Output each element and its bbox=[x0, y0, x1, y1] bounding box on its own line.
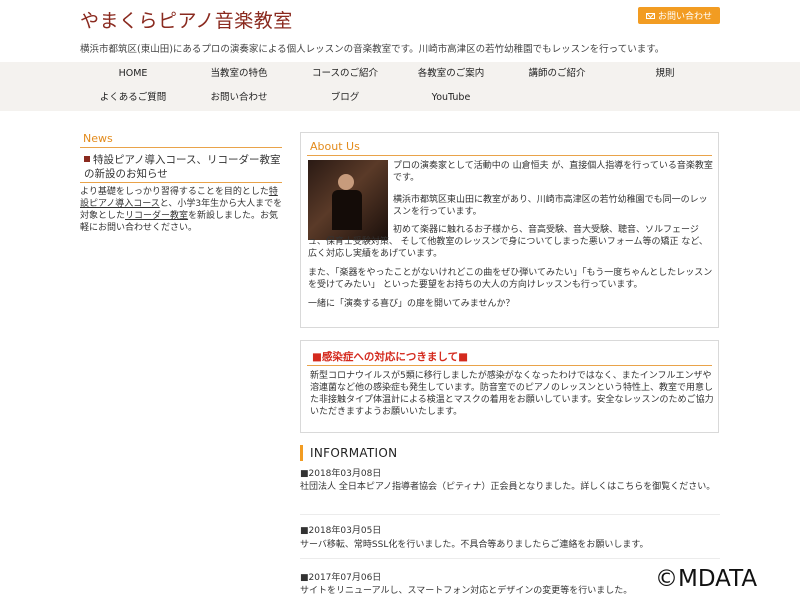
covid-divider bbox=[307, 365, 712, 366]
nav-teachers[interactable]: 講師のご紹介 bbox=[504, 62, 610, 86]
main-nav: HOME 当教室の特色 コースのご紹介 各教室のご案内 講師のご紹介 規則 よく… bbox=[0, 62, 800, 111]
info-item-date: ■2018年03月08日 bbox=[300, 469, 382, 479]
nav-faq[interactable]: よくあるご質問 bbox=[80, 86, 186, 110]
info-accent-bar bbox=[300, 445, 303, 461]
link-recorder-class[interactable]: リコーダー教室 bbox=[125, 211, 188, 221]
info-title: INFORMATION bbox=[310, 446, 398, 460]
nav-contact[interactable]: お問い合わせ bbox=[186, 86, 292, 110]
about-paragraph-4: また、「楽器をやったことがないけれどこの曲をぜひ弾いてみたい」「もう一度ちゃんと… bbox=[308, 268, 713, 290]
covid-notice-text: 新型コロナウイルスが5類に移行しましたが感染がなくなったわけではなく、またインフ… bbox=[310, 371, 714, 417]
news-title: News bbox=[83, 132, 113, 145]
copyright-watermark: ©MDATA bbox=[655, 566, 758, 592]
news-body: より基礎をしっかり習得することを目的とした特設ピアノ導入コースと、小学3年生から… bbox=[80, 186, 284, 234]
about-paragraph-5: 一緒に「演奏する喜び」の扉を開いてみませんか？ bbox=[308, 299, 515, 309]
news-body-text-1: より基礎をしっかり習得することを目的とした bbox=[80, 187, 269, 197]
info-item-date: ■2018年03月05日 bbox=[300, 526, 382, 536]
about-title: About Us bbox=[310, 140, 360, 153]
news-headline: 特設ピアノ導入コース、リコーダー教室の新設のお知らせ bbox=[84, 153, 282, 181]
nav-youtube[interactable]: YouTube bbox=[398, 86, 504, 110]
news-divider bbox=[80, 147, 282, 148]
mail-icon bbox=[645, 12, 655, 19]
nav-home[interactable]: HOME bbox=[80, 62, 186, 86]
site-tagline: 横浜市都筑区(東山田)にあるプロの演奏家による個人レッスンの音楽教室です。川崎市… bbox=[80, 44, 665, 55]
nav-blog[interactable]: ブログ bbox=[292, 86, 398, 110]
covid-notice-title: ■感染症への対応につきまして■ bbox=[312, 351, 469, 363]
contact-button[interactable]: お問い合わせ bbox=[638, 7, 720, 24]
news-divider-2 bbox=[80, 182, 282, 183]
info-item-text[interactable]: 社団法人 全日本ピアノ指導者協会（ピティナ）正会員となりました。詳しくはこちらを… bbox=[300, 481, 720, 493]
about-paragraph-2: 横浜市都筑区東山田に教室があり、川崎市高津区の若竹幼稚園でも同一のレッスンを行っ… bbox=[393, 195, 708, 217]
site-title[interactable]: やまくらピアノ音楽教室 bbox=[80, 6, 293, 33]
news-headline-text: 特設ピアノ導入コース、リコーダー教室の新設のお知らせ bbox=[84, 154, 281, 180]
nav-courses[interactable]: コースのご紹介 bbox=[292, 62, 398, 86]
info-item-text: サイトをリニューアルし、スマートフォン対応とデザインの変更等を行いました。 bbox=[300, 586, 633, 596]
contact-button-label: お問い合わせ bbox=[657, 12, 712, 22]
about-paragraph-3: 初めて楽器に触れるお子様から、音高受験、音大受験、聴音、ソルフェージュ、保育士受… bbox=[308, 225, 708, 259]
info-item-text: サーバ移転、常時SSL化を行いました。不具合等ありましたらご連絡をお願いします。 bbox=[300, 540, 649, 550]
about-paragraph-1: プロの演奏家として活動中の 山倉恒夫 が、直接個人指導を行っている音楽教室です。 bbox=[393, 161, 713, 183]
info-separator bbox=[300, 514, 720, 515]
info-separator bbox=[300, 558, 720, 559]
nav-features[interactable]: 当教室の特色 bbox=[186, 62, 292, 86]
bullet-square-icon bbox=[84, 156, 90, 162]
nav-classrooms[interactable]: 各教室のご案内 bbox=[398, 62, 504, 86]
nav-rules[interactable]: 規則 bbox=[612, 62, 718, 86]
info-item-date: ■2017年07月06日 bbox=[300, 573, 382, 583]
about-divider bbox=[307, 155, 712, 156]
